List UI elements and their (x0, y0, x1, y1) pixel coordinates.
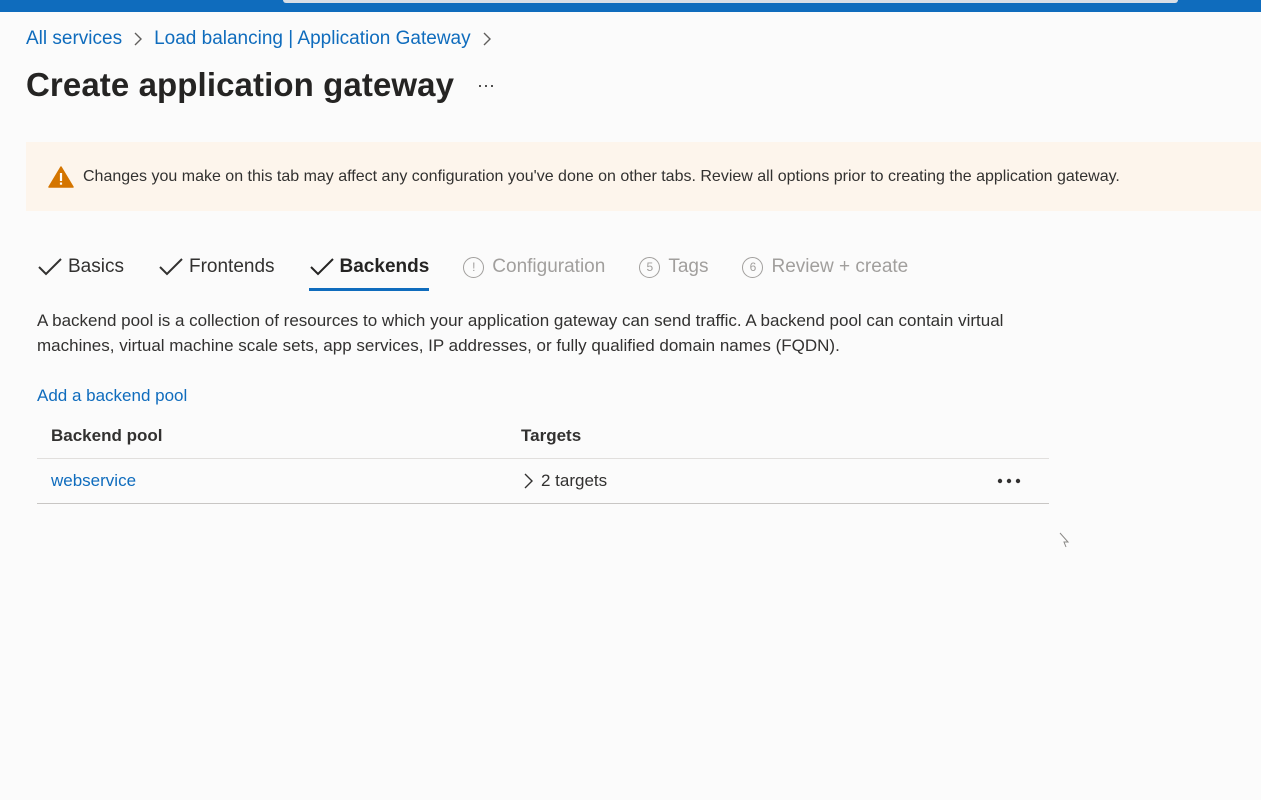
breadcrumb: All services Load balancing | Applicatio… (26, 27, 503, 51)
tab-review-create[interactable]: 6 Review + create (742, 248, 908, 286)
step-circle-icon: 6 (742, 256, 764, 278)
backend-pool-name-link[interactable]: webservice (51, 471, 136, 490)
chevron-right-icon (475, 27, 499, 51)
tab-label: Backends (339, 256, 430, 277)
tab-label: Configuration (492, 256, 606, 277)
tab-label: Review + create (771, 256, 909, 277)
ellipsis-icon (997, 478, 1021, 484)
tab-basics[interactable]: Basics (37, 248, 124, 286)
breadcrumb-load-balancing[interactable]: Load balancing | Application Gateway (154, 28, 471, 50)
tab-label: Frontends (188, 256, 275, 277)
checkmark-icon (309, 255, 335, 279)
chevron-right-icon (521, 472, 537, 490)
more-options-button[interactable]: ··· (472, 74, 500, 98)
page-title: Create application gateway (26, 66, 455, 103)
tab-backends[interactable]: Backends (308, 248, 430, 291)
chevron-right-icon (126, 27, 150, 51)
column-header-targets: Targets (521, 426, 582, 445)
warning-banner: Changes you make on this tab may affect … (26, 142, 1261, 211)
tab-frontends[interactable]: Frontends (158, 248, 275, 286)
step-circle-icon: 5 (639, 256, 661, 278)
tab-label: Basics (68, 256, 124, 277)
tab-configuration[interactable]: ! Configuration (463, 248, 605, 286)
row-more-options-button[interactable] (991, 469, 1027, 493)
global-search-box[interactable] (283, 0, 1178, 3)
column-header-backend-pool: Backend pool (51, 426, 163, 445)
tab-tags[interactable]: 5 Tags (639, 248, 708, 286)
portal-top-bar (0, 0, 1261, 12)
backend-pools-table: Backend pool Targets webservice 2 target… (37, 414, 1049, 504)
checkmark-icon (158, 255, 184, 279)
backends-description: A backend pool is a collection of resour… (37, 311, 1004, 355)
warning-text: Changes you make on this tab may affect … (83, 167, 1120, 185)
table-header: Backend pool Targets (37, 414, 1049, 459)
wizard-tabs: Basics Frontends Backends ! Configuratio… (37, 248, 942, 292)
breadcrumb-all-services[interactable]: All services (26, 28, 122, 50)
targets-expander[interactable]: 2 targets (521, 471, 981, 491)
checkmark-icon (37, 255, 63, 279)
targets-count: 2 targets (541, 471, 608, 490)
table-row: webservice 2 targets (37, 459, 1049, 504)
mouse-cursor-icon (1059, 532, 1070, 548)
add-backend-pool-link[interactable]: Add a backend pool (37, 386, 187, 406)
step-circle-icon: ! (463, 256, 485, 278)
tab-label: Tags (668, 256, 709, 277)
warning-triangle-icon (48, 165, 74, 189)
